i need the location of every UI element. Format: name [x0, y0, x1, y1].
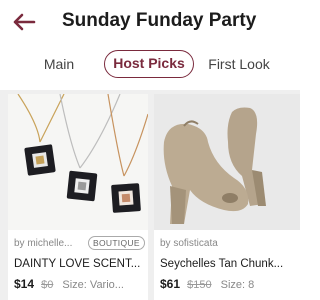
listing-card[interactable]: by sofisticata Seychelles Tan Chunk... $… — [154, 94, 300, 300]
listing-grid: by michelle... BOUTIQUE DAINTY LOVE SCEN… — [0, 90, 300, 300]
back-button[interactable] — [10, 10, 38, 34]
listing-price: $61 — [160, 277, 181, 291]
listing-title[interactable]: Seychelles Tan Chunk... — [160, 258, 294, 270]
tab-host-picks[interactable]: Host Picks — [104, 50, 194, 78]
price-row: $14 $0 Size: Vario... — [14, 277, 124, 291]
page-title: Sunday Funday Party — [62, 10, 257, 31]
listing-image[interactable] — [8, 94, 148, 230]
tab-main[interactable]: Main — [32, 50, 86, 78]
price-row: $61 $150 Size: 8 — [160, 277, 254, 291]
listing-image[interactable] — [154, 94, 300, 230]
tab-first-look[interactable]: First Look — [204, 50, 274, 78]
listing-title[interactable]: DAINTY LOVE SCENT... — [14, 258, 142, 270]
original-price: $0 — [41, 279, 54, 291]
listing-card[interactable]: by michelle... BOUTIQUE DAINTY LOVE SCEN… — [8, 94, 148, 300]
listing-size: Size: 8 — [220, 279, 255, 291]
necklace-image — [8, 94, 148, 230]
header: Sunday Funday Party — [0, 0, 300, 46]
listing-price: $14 — [14, 277, 35, 291]
shoe-image — [154, 94, 300, 230]
original-price: $150 — [187, 279, 212, 291]
tab-bar: Main Host Picks First Look — [0, 50, 300, 80]
back-arrow-icon — [13, 13, 36, 31]
seller-name[interactable]: by sofisticata — [160, 238, 218, 249]
seller-name[interactable]: by michelle... — [14, 238, 84, 249]
boutique-badge: BOUTIQUE — [88, 236, 145, 250]
listing-size: Size: Vario... — [62, 279, 124, 291]
